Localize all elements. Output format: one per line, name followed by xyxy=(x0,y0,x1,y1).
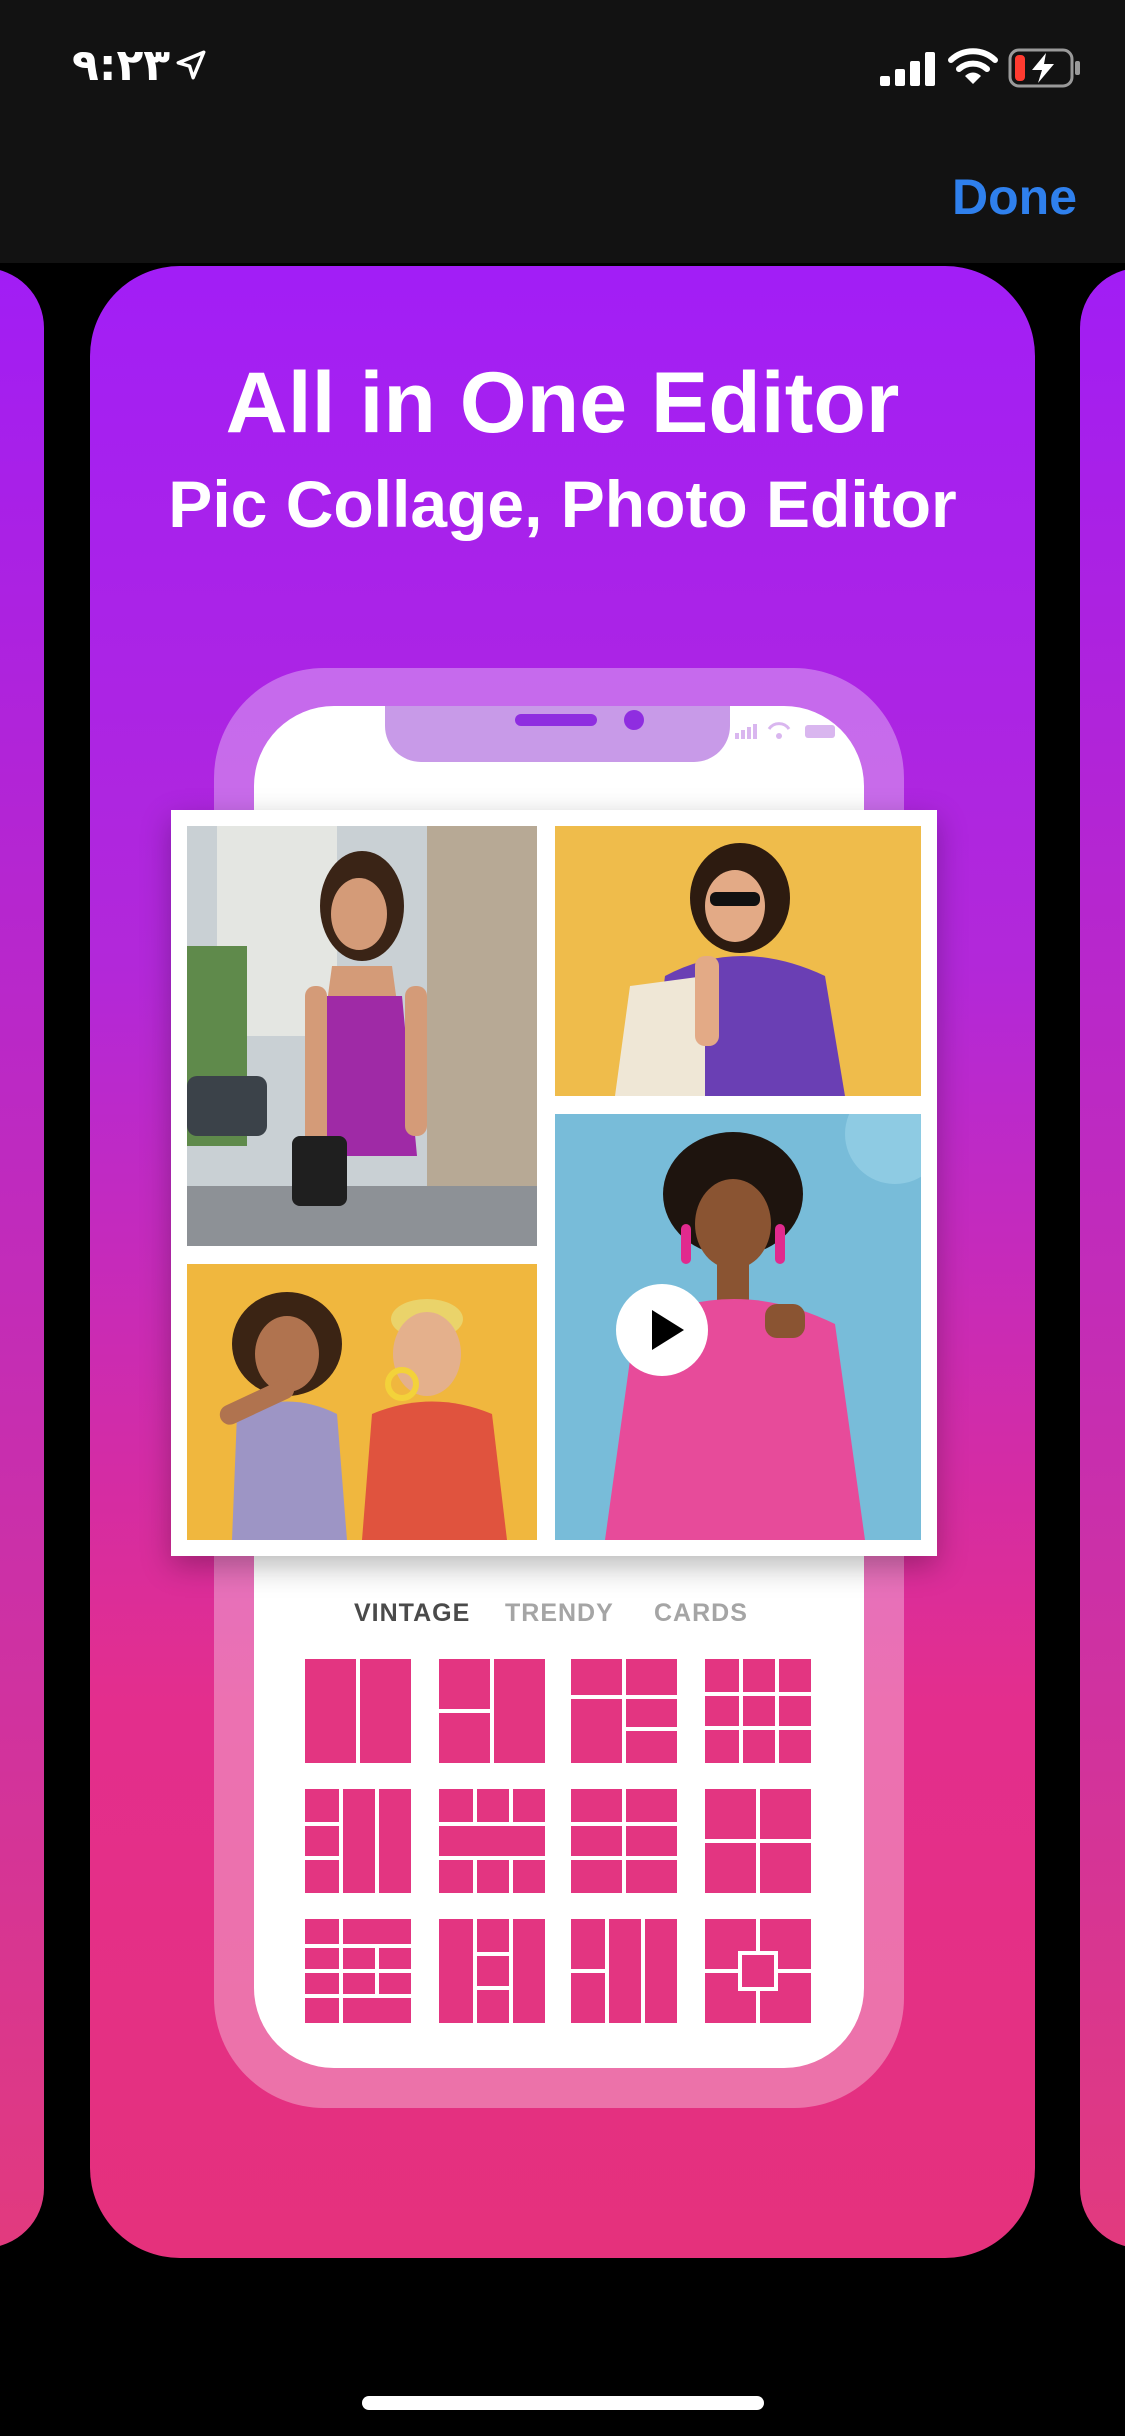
next-screenshot-card[interactable] xyxy=(1080,268,1125,2248)
done-button[interactable]: Done xyxy=(952,168,1077,226)
mockup-status-icons xyxy=(735,722,835,739)
cellular-signal-icon xyxy=(880,52,935,86)
layout-option[interactable] xyxy=(305,1659,411,1763)
app-screenshot-card: All in One Editor Pic Collage, Photo Edi… xyxy=(90,266,1035,2258)
card-headline: All in One Editor xyxy=(225,355,900,451)
layout-option[interactable] xyxy=(571,1789,677,1893)
battery-charging-icon xyxy=(1008,48,1080,88)
woman-with-sunglasses-photo[interactable] xyxy=(555,826,921,1096)
couple-smiling-photo[interactable] xyxy=(187,1264,537,1540)
layout-option[interactable] xyxy=(571,1919,677,2023)
tab-vintage[interactable]: VINTAGE xyxy=(354,1599,470,1628)
tab-trendy[interactable]: TRENDY xyxy=(505,1599,614,1628)
layout-option[interactable] xyxy=(439,1659,545,1763)
layout-option[interactable] xyxy=(705,1919,811,2023)
previous-screenshot-card[interactable] xyxy=(0,268,44,2248)
layout-option[interactable] xyxy=(705,1789,811,1893)
layout-option[interactable] xyxy=(705,1659,811,1763)
home-indicator[interactable] xyxy=(362,2396,764,2410)
phone-speaker xyxy=(515,714,597,726)
location-arrow-icon xyxy=(176,50,206,80)
layout-option[interactable] xyxy=(571,1659,677,1763)
play-video-button[interactable] xyxy=(616,1284,708,1376)
phone-camera xyxy=(624,710,644,730)
layout-option[interactable] xyxy=(439,1789,545,1893)
woman-in-purple-dress-photo[interactable] xyxy=(187,826,537,1246)
woman-in-pink-photo[interactable] xyxy=(555,1114,921,1540)
status-time: ٩:٢٣ xyxy=(72,40,171,91)
tab-cards[interactable]: CARDS xyxy=(654,1599,748,1628)
wifi-icon xyxy=(948,48,998,84)
status-nav-bar: ٩:٢٣ Done xyxy=(0,0,1125,263)
photo-collage xyxy=(171,810,937,1556)
layout-category-tabs: VINTAGE TRENDY CARDS xyxy=(254,1599,864,1659)
card-subline: Pic Collage, Photo Editor xyxy=(168,467,957,541)
layout-option[interactable] xyxy=(305,1919,411,2023)
layout-option[interactable] xyxy=(439,1919,545,2023)
layout-option[interactable] xyxy=(305,1789,411,1893)
